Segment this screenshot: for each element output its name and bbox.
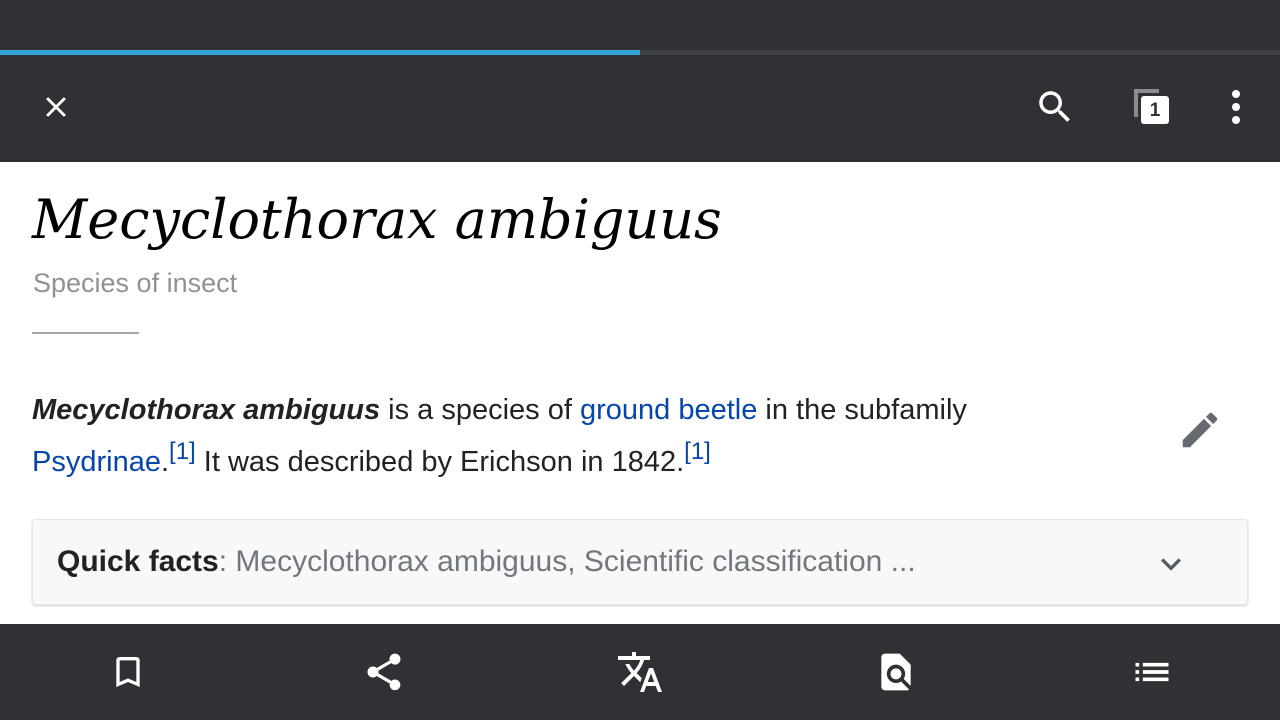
article-content: Mecyclothorax ambiguus Species of insect… bbox=[0, 162, 1280, 624]
search-icon bbox=[1034, 86, 1076, 128]
share-icon bbox=[362, 650, 406, 694]
chevron-down-icon bbox=[1151, 544, 1191, 584]
edit-section-button[interactable] bbox=[1168, 398, 1232, 462]
tabs-button[interactable] bbox=[1119, 75, 1183, 139]
lead-text-1: is a species of bbox=[380, 394, 580, 426]
share-button[interactable] bbox=[352, 640, 416, 704]
reference-2[interactable]: [1] bbox=[684, 438, 711, 465]
overflow-menu-icon bbox=[1230, 89, 1242, 125]
quick-facts-panel[interactable]: Quick facts: Mecyclothorax ambiguus, Sci… bbox=[32, 519, 1248, 605]
quick-facts-separator: : bbox=[218, 545, 236, 578]
overflow-menu-button[interactable] bbox=[1204, 75, 1268, 139]
search-button[interactable] bbox=[1023, 75, 1087, 139]
quick-facts-summary: Mecyclothorax ambiguus, Scientific class… bbox=[235, 545, 916, 578]
pencil-icon bbox=[1177, 407, 1223, 453]
reference-1-link[interactable]: [1] bbox=[169, 438, 196, 465]
link-psydrinae[interactable]: Psydrinae bbox=[32, 446, 161, 478]
app-toolbar: 1 bbox=[0, 55, 1280, 162]
link-ground-beetle[interactable]: ground beetle bbox=[580, 394, 757, 426]
close-button[interactable] bbox=[24, 75, 88, 139]
bookmark-button[interactable] bbox=[96, 640, 160, 704]
lead-paragraph: Mecyclothorax ambiguus is a species of g… bbox=[32, 384, 1072, 488]
lead-text-3: . bbox=[160, 446, 170, 478]
title-divider bbox=[32, 332, 139, 334]
lead-text-2: in the subfamily bbox=[757, 394, 967, 426]
contents-list-icon bbox=[1130, 650, 1174, 694]
quick-facts-expand-button[interactable] bbox=[1147, 540, 1195, 588]
translate-button[interactable] bbox=[608, 640, 672, 704]
quick-facts-text: Quick facts: Mecyclothorax ambiguus, Sci… bbox=[57, 545, 916, 579]
close-icon bbox=[39, 90, 73, 124]
article-description: Species of insect bbox=[33, 268, 238, 298]
bookmark-icon bbox=[108, 652, 148, 692]
reference-2-link[interactable]: [1] bbox=[684, 438, 711, 465]
article-title: Mecyclothorax ambiguus bbox=[32, 188, 722, 251]
status-bar bbox=[0, 0, 1280, 50]
quick-facts-label: Quick facts bbox=[57, 545, 219, 578]
bottom-action-bar bbox=[0, 624, 1280, 720]
lead-text-4: It was described by Erichson in 1842. bbox=[195, 446, 685, 478]
find-in-page-icon bbox=[874, 650, 918, 694]
reference-1[interactable]: [1] bbox=[169, 438, 196, 465]
find-in-page-button[interactable] bbox=[864, 640, 928, 704]
tabs-icon bbox=[1129, 85, 1173, 129]
lead-subject: Mecyclothorax ambiguus bbox=[32, 394, 381, 426]
translate-icon bbox=[616, 648, 664, 696]
contents-button[interactable] bbox=[1120, 640, 1184, 704]
